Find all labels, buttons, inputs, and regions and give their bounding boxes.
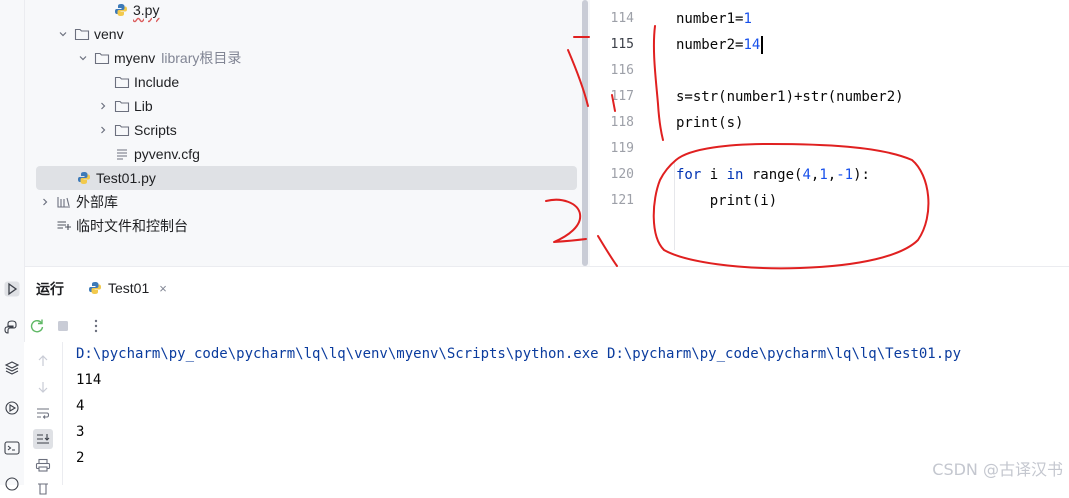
- run-tab-test01[interactable]: Test01 ×: [82, 272, 173, 304]
- tree-scrollbar-thumb[interactable]: [582, 0, 588, 266]
- chevron-right-icon[interactable]: [96, 123, 110, 137]
- run-panel-header: [25, 266, 1069, 311]
- tree-item-scratches[interactable]: 临时文件和控制台: [56, 214, 188, 238]
- tree-item-label: 临时文件和控制台: [76, 218, 188, 234]
- python-file-icon: [88, 281, 102, 295]
- console-output-line: 4: [76, 398, 85, 414]
- folder-icon: [74, 26, 90, 42]
- code-line-120: for i in range(4,1,-1):: [676, 167, 870, 183]
- arrow-down-icon[interactable]: [33, 377, 53, 397]
- code-line-121: print(i): [676, 193, 778, 209]
- indent-guide: [674, 160, 675, 250]
- tree-item-label: Test01.py: [96, 170, 156, 186]
- folder-icon: [94, 50, 110, 66]
- python-file-icon: [113, 2, 129, 18]
- run-panel-title: 运行: [36, 281, 64, 297]
- code-editor[interactable]: 114 115 116 117 118 119 120 121 number1=…: [590, 0, 1069, 266]
- tree-item-pyvenv[interactable]: pyvenv.cfg: [114, 142, 200, 166]
- console-output-line: 114: [76, 372, 102, 388]
- console-output-line: 3: [76, 424, 85, 440]
- tree-item-lib[interactable]: Lib: [96, 94, 153, 118]
- line-number-current: 115: [610, 37, 634, 52]
- code-line-117: s=str(number1)+str(number2): [676, 89, 904, 105]
- python-packages-icon[interactable]: [0, 318, 24, 338]
- tree-item-label: venv: [94, 26, 124, 42]
- stop-icon[interactable]: [53, 316, 73, 336]
- tree-item-scripts[interactable]: Scripts: [96, 118, 177, 142]
- tree-item-external-libraries[interactable]: 外部库: [38, 190, 118, 214]
- rerun-icon[interactable]: [27, 316, 47, 336]
- soft-wrap-icon[interactable]: [33, 403, 53, 423]
- code-line-114: number1=1: [676, 11, 752, 27]
- tree-item-include[interactable]: Include: [114, 70, 179, 94]
- scratches-icon: [56, 218, 72, 234]
- library-icon: [56, 194, 72, 210]
- console-command-line: D:\pycharm\py_code\pycharm\lq\lq\venv\my…: [76, 346, 962, 362]
- tree-item-3py[interactable]: 3.py: [113, 0, 159, 22]
- chevron-down-icon[interactable]: [76, 51, 90, 65]
- run-tab-label: Test01: [108, 280, 150, 296]
- tool-window-strip: [0, 0, 25, 491]
- tree-item-label: 3.py: [133, 2, 160, 18]
- line-number: 117: [610, 89, 634, 104]
- code-line-115: number2=14: [676, 32, 764, 58]
- chevron-down-icon[interactable]: [56, 27, 70, 41]
- watermark: CSDN @古译汉书: [932, 460, 1063, 479]
- close-icon[interactable]: ×: [159, 281, 167, 296]
- line-number: 118: [610, 115, 634, 130]
- code-line-118: print(s): [676, 115, 744, 131]
- line-number: 114: [610, 11, 634, 26]
- line-number: 120: [610, 167, 634, 182]
- folder-icon: [114, 74, 130, 90]
- more-options-icon[interactable]: [86, 316, 106, 336]
- folder-icon: [114, 122, 130, 138]
- line-number: 116: [610, 63, 634, 78]
- run-tool-icon[interactable]: [0, 279, 24, 299]
- layers-icon[interactable]: [0, 358, 24, 378]
- problems-icon[interactable]: [0, 474, 24, 494]
- tree-item-label: 外部库: [76, 194, 118, 210]
- tree-item-test01[interactable]: Test01.py: [36, 166, 577, 190]
- terminal-icon[interactable]: [0, 438, 24, 458]
- print-icon[interactable]: [33, 455, 53, 475]
- tree-item-venv[interactable]: venv: [56, 22, 124, 46]
- arrow-up-icon[interactable]: [33, 351, 53, 371]
- python-file-icon: [76, 170, 92, 186]
- folder-icon: [114, 98, 130, 114]
- console-output-line: 2: [76, 450, 85, 466]
- services-icon[interactable]: [0, 398, 24, 418]
- tree-item-label: Include: [134, 74, 180, 90]
- config-file-icon: [114, 146, 130, 162]
- text-caret: [761, 36, 764, 54]
- scroll-to-end-icon[interactable]: [33, 429, 53, 449]
- chevron-right-icon[interactable]: [96, 99, 110, 113]
- chevron-right-icon[interactable]: [38, 195, 52, 209]
- line-number: 119: [610, 141, 634, 156]
- tree-item-label: pyvenv.cfg: [134, 146, 200, 162]
- tree-item-label: Scripts: [134, 122, 177, 138]
- line-number: 121: [610, 193, 634, 208]
- run-toolbar: [25, 310, 1069, 343]
- trash-icon[interactable]: [33, 478, 53, 498]
- tree-item-label: Lib: [134, 98, 153, 114]
- tree-item-myenv[interactable]: myenv library根目录: [76, 46, 241, 70]
- library-root-hint: library根目录: [161, 50, 242, 66]
- tree-item-label: myenv: [114, 50, 156, 66]
